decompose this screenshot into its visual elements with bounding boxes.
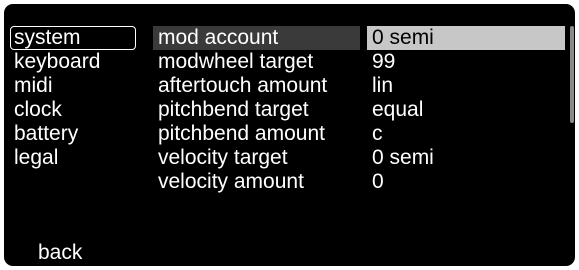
value-pitchbend-amount[interactable]: c <box>367 122 565 146</box>
param-modwheel-target[interactable]: modwheel target <box>153 50 360 74</box>
menu-item-label: clock <box>14 98 62 121</box>
param-value: 0 <box>372 170 384 193</box>
menu-item-midi[interactable]: midi <box>10 74 136 98</box>
param-pitchbend-amount[interactable]: pitchbend amount <box>153 122 360 146</box>
back-label: back <box>38 241 83 264</box>
menu-item-label: legal <box>14 146 59 169</box>
value-velocity-amount[interactable]: 0 <box>367 170 565 194</box>
menu-item-label: battery <box>14 122 79 145</box>
param-value: lin <box>372 74 394 97</box>
menu-item-label: keyboard <box>14 50 101 73</box>
param-value: equal <box>372 98 424 121</box>
menu-item-label: system <box>14 26 81 49</box>
value-aftertouch-amount[interactable]: lin <box>367 74 565 98</box>
param-value: 99 <box>372 50 396 73</box>
menu-item-system[interactable]: system <box>10 26 136 50</box>
scrollbar[interactable] <box>570 26 574 123</box>
menu-item-clock[interactable]: clock <box>10 98 136 122</box>
value-velocity-target[interactable]: 0 semi <box>367 146 565 170</box>
param-name: pitchbend target <box>158 98 309 121</box>
param-velocity-target[interactable]: velocity target <box>153 146 360 170</box>
param-name: pitchbend amount <box>158 122 325 145</box>
back-button[interactable]: back <box>22 241 102 265</box>
param-name: velocity amount <box>158 170 304 193</box>
value-modwheel-target[interactable]: 99 <box>367 50 565 74</box>
param-velocity-amount[interactable]: velocity amount <box>153 170 360 194</box>
param-pitchbend-target[interactable]: pitchbend target <box>153 98 360 122</box>
param-aftertouch-amount[interactable]: aftertouch amount <box>153 74 360 98</box>
param-value: 0 semi <box>372 26 434 49</box>
param-name: mod account <box>158 26 279 49</box>
menu-item-legal[interactable]: legal <box>10 146 136 170</box>
value-pitchbend-target[interactable]: equal <box>367 98 565 122</box>
value-mod-account[interactable]: 0 semi <box>367 26 565 50</box>
menu-item-keyboard[interactable]: keyboard <box>10 50 136 74</box>
device-screen: system keyboard midi clock battery legal… <box>4 4 575 266</box>
param-mod-account[interactable]: mod account <box>153 26 360 50</box>
param-value: c <box>372 122 383 145</box>
param-name: aftertouch amount <box>158 74 328 97</box>
menu-item-battery[interactable]: battery <box>10 122 136 146</box>
menu-item-label: midi <box>14 74 53 97</box>
param-value: 0 semi <box>372 146 434 169</box>
param-name: modwheel target <box>158 50 314 73</box>
param-name: velocity target <box>158 146 288 169</box>
